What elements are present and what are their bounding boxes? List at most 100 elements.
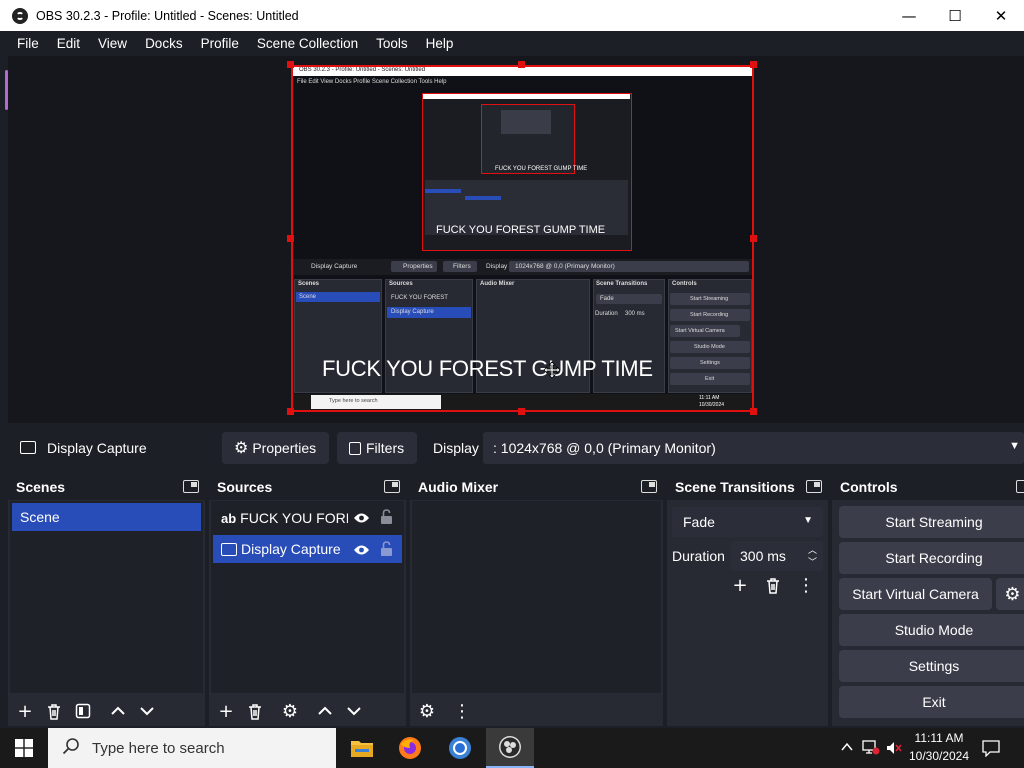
- taskbar-obs[interactable]: [486, 728, 534, 768]
- scenes-list[interactable]: Scene: [10, 501, 203, 693]
- network-icon[interactable]: [862, 739, 880, 755]
- transitions-dock-title: Scene Transitions: [675, 479, 795, 495]
- notifications-icon[interactable]: [982, 739, 1000, 758]
- close-button[interactable]: ✕: [978, 0, 1024, 31]
- undock-icon[interactable]: [806, 480, 822, 493]
- studio-mode-button[interactable]: Studio Mode: [839, 614, 1024, 646]
- start-button[interactable]: [0, 728, 48, 768]
- minimize-button[interactable]: —: [886, 0, 932, 31]
- source-selection-frame[interactable]: [291, 65, 754, 412]
- remove-scene-trash-icon[interactable]: [41, 698, 67, 724]
- resize-handle-t[interactable]: [518, 61, 525, 68]
- display-select[interactable]: : 1024x768 @ 0,0 (Primary Monitor) ▼: [483, 432, 1024, 464]
- resize-handle-br[interactable]: [750, 408, 757, 415]
- transition-footer: + ⋮: [727, 572, 822, 598]
- tray-overflow-chevron-up-icon[interactable]: [840, 739, 854, 753]
- start-recording-button[interactable]: Start Recording: [839, 542, 1024, 574]
- virtual-camera-settings-gear-icon[interactable]: ⚙: [996, 578, 1024, 610]
- resize-handle-tl[interactable]: [287, 61, 294, 68]
- chevron-down-icon[interactable]: ﹀: [808, 555, 817, 568]
- undock-icon[interactable]: [1016, 480, 1024, 493]
- mixer-dock-header: Audio Mixer: [410, 474, 663, 500]
- add-transition-icon[interactable]: +: [727, 572, 753, 598]
- more-vertical-icon[interactable]: ⋮: [793, 572, 819, 598]
- scenes-dock-title: Scenes: [16, 479, 66, 495]
- tray-date[interactable]: 10/30/2024: [906, 749, 972, 763]
- undock-icon[interactable]: [384, 480, 400, 493]
- add-scene-icon[interactable]: +: [12, 698, 38, 724]
- folder-icon: [351, 741, 373, 757]
- menu-edit[interactable]: Edit: [48, 36, 89, 51]
- source-item-text[interactable]: ab FUCK YOU FOREST: [213, 504, 402, 532]
- duration-value: 300 ms: [740, 548, 786, 564]
- properties-label: Properties: [252, 440, 317, 456]
- taskbar-file-explorer[interactable]: [338, 728, 386, 768]
- sources-dock-header: Sources: [209, 474, 406, 500]
- taskbar-chrome[interactable]: [436, 728, 484, 768]
- audio-mixer-dock: Audio Mixer ⚙ ⋮: [410, 474, 663, 726]
- resize-handle-bl[interactable]: [287, 408, 294, 415]
- maximize-button[interactable]: ☐: [932, 0, 978, 31]
- more-vertical-icon[interactable]: ⋮: [449, 698, 475, 724]
- controls-dock: Controls Start Streaming Start Recording…: [832, 474, 1024, 726]
- move-down-icon[interactable]: [341, 698, 367, 724]
- source-properties-gear-icon[interactable]: ⚙: [277, 698, 303, 724]
- taskbar-firefox[interactable]: [386, 728, 434, 768]
- menu-tools[interactable]: Tools: [367, 36, 417, 51]
- move-down-icon[interactable]: [134, 698, 160, 724]
- resize-handle-b[interactable]: [518, 408, 525, 415]
- transitions-dock-header: Scene Transitions: [667, 474, 828, 500]
- windows-logo-icon: [15, 739, 33, 757]
- advanced-audio-gear-icon[interactable]: ⚙: [414, 698, 440, 724]
- undock-icon[interactable]: [641, 480, 657, 493]
- scenes-dock-header: Scenes: [8, 474, 205, 500]
- settings-button[interactable]: Settings: [839, 650, 1024, 682]
- resize-handle-l[interactable]: [287, 235, 294, 242]
- menu-file[interactable]: File: [8, 36, 48, 51]
- move-up-icon[interactable]: [312, 698, 338, 724]
- text-source-icon: ab: [221, 510, 237, 526]
- scene-item[interactable]: Scene: [12, 503, 201, 531]
- eye-icon[interactable]: [353, 511, 370, 527]
- scenes-dock: Scenes Scene +: [8, 474, 205, 726]
- tray-time[interactable]: 11:11 AM: [906, 731, 972, 745]
- start-virtual-camera-button[interactable]: Start Virtual Camera: [839, 578, 992, 610]
- selected-source-name: Display Capture: [47, 440, 147, 456]
- exit-button[interactable]: Exit: [839, 686, 1024, 718]
- properties-button[interactable]: ⚙ Properties: [222, 432, 329, 464]
- unlock-icon[interactable]: [380, 509, 393, 528]
- duration-spinbox[interactable]: 300 ms ︿ ﹀: [731, 541, 823, 571]
- filters-button[interactable]: Filters: [337, 432, 417, 464]
- windows-taskbar: Type here to search 11:11 AM 10/30/2024: [0, 728, 1024, 768]
- remove-transition-trash-icon[interactable]: [760, 572, 786, 598]
- transition-select-value: Fade: [683, 514, 715, 530]
- duration-label: Duration: [672, 548, 725, 564]
- menu-scene-collection[interactable]: Scene Collection: [248, 36, 367, 51]
- remove-source-trash-icon[interactable]: [242, 698, 268, 724]
- filters-icon: [349, 441, 361, 455]
- volume-muted-icon[interactable]: [885, 740, 903, 756]
- start-streaming-button[interactable]: Start Streaming: [839, 506, 1024, 538]
- sources-footer: + ⚙: [213, 696, 370, 726]
- move-up-icon[interactable]: [105, 698, 131, 724]
- obs-logo-icon: [12, 7, 28, 24]
- menu-docks[interactable]: Docks: [136, 36, 192, 51]
- source-item-display-capture[interactable]: Display Capture monitor: [213, 535, 402, 563]
- transition-select[interactable]: Fade ▼: [672, 507, 823, 537]
- scene-filters-icon[interactable]: [70, 698, 96, 724]
- menu-bar: File Edit View Docks Profile Scene Colle…: [0, 31, 1024, 56]
- resize-handle-r[interactable]: [750, 235, 757, 242]
- sources-list[interactable]: ab FUCK YOU FOREST Display Capture monit…: [211, 501, 404, 693]
- unlock-icon[interactable]: [380, 541, 393, 560]
- menu-profile[interactable]: Profile: [192, 36, 248, 51]
- menu-view[interactable]: View: [89, 36, 136, 51]
- eye-icon[interactable]: [353, 543, 370, 559]
- search-icon: [62, 737, 80, 759]
- menu-help[interactable]: Help: [417, 36, 463, 51]
- undock-icon[interactable]: [183, 480, 199, 493]
- resize-handle-tr[interactable]: [750, 61, 757, 68]
- taskbar-search-box[interactable]: Type here to search: [48, 728, 336, 768]
- add-source-icon[interactable]: +: [213, 698, 239, 724]
- mixer-area: [412, 501, 661, 693]
- search-placeholder: Type here to search: [92, 739, 225, 757]
